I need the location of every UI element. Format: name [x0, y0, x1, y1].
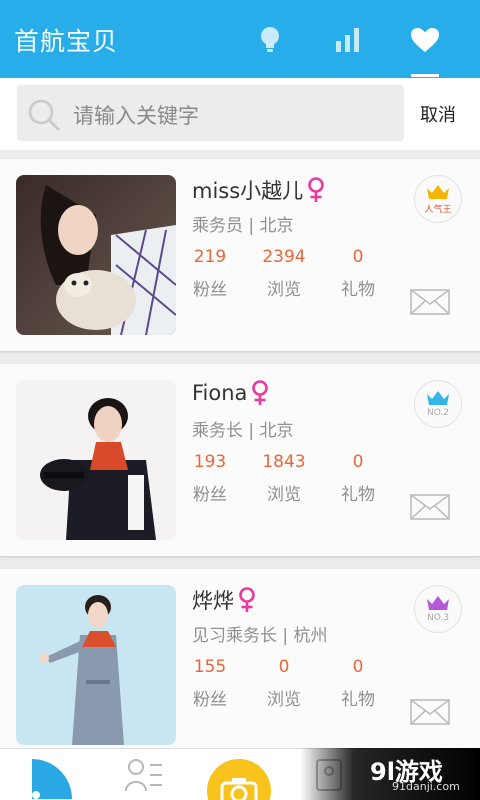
stat-gifts: 0 礼物: [328, 247, 388, 300]
stat-fans: 219 粉丝: [180, 247, 240, 300]
stat-views: 1843 浏览: [254, 452, 314, 505]
stat-label: 礼物: [341, 280, 375, 300]
search-input[interactable]: 请输入关键字: [17, 85, 404, 141]
stat-fans: 155 粉丝: [180, 657, 240, 710]
lightbulb-icon: [261, 27, 279, 52]
stat-views: 0 浏览: [254, 657, 314, 710]
badge-text: NO.3: [426, 613, 450, 623]
stat-value: 219: [193, 247, 227, 267]
female-icon: [239, 587, 255, 612]
stat-fans: 193 粉丝: [180, 452, 240, 505]
stat-value: 1843: [262, 452, 306, 472]
stat-label: 浏览: [267, 280, 301, 300]
top-bar: 首航宝贝: [0, 0, 480, 78]
stat-label: 浏览: [267, 485, 301, 505]
stat-value: 0: [352, 247, 364, 267]
crown-icon: [427, 596, 449, 610]
stat-value: 0: [352, 452, 364, 472]
profile-name: Fiona: [192, 380, 269, 406]
female-icon: [308, 177, 324, 202]
female-icon: [252, 380, 269, 405]
stat-value: 0: [352, 657, 364, 677]
tab-ranking[interactable]: [328, 20, 368, 60]
stat-label: 粉丝: [193, 280, 227, 300]
stat-label: 粉丝: [193, 485, 227, 505]
stat-value: 155: [193, 657, 227, 677]
stat-value: 0: [278, 657, 290, 677]
mail-icon[interactable]: [410, 699, 450, 725]
app-title: 首航宝贝: [14, 27, 119, 56]
profile-photo[interactable]: [16, 380, 176, 540]
stat-value: 193: [193, 452, 227, 472]
stat-gifts: 0 礼物: [328, 657, 388, 710]
camera-icon: [220, 778, 258, 800]
mail-icon[interactable]: [410, 494, 450, 520]
active-tab-indicator: [411, 74, 439, 77]
nav-profile-list-icon[interactable]: [124, 755, 164, 795]
profile-name-text: miss小越儿: [192, 179, 304, 203]
bar-chart-icon: [336, 28, 359, 52]
tab-discover[interactable]: [250, 20, 290, 60]
stat-label: 浏览: [267, 690, 301, 710]
profile-subtitle: 乘务长 | 北京: [192, 421, 294, 441]
profile-card[interactable]: 烨烨 见习乘务长 | 杭州 155 粉丝 0 浏览 0 礼物 NO.3: [0, 569, 480, 761]
rank-badge: 人气王: [414, 175, 462, 223]
search-bar: 请输入关键字 取消: [0, 78, 480, 150]
profile-card[interactable]: Fiona 乘务长 | 北京 193 粉丝 1843 浏览 0 礼物 NO.2: [0, 364, 480, 556]
rank-badge: NO.2: [414, 380, 462, 428]
stat-label: 粉丝: [193, 690, 227, 710]
stat-label: 礼物: [341, 485, 375, 505]
camera-button[interactable]: [207, 759, 271, 800]
profile-subtitle: 见习乘务长 | 杭州: [192, 626, 328, 646]
profile-subtitle: 乘务员 | 北京: [192, 216, 294, 236]
stat-gifts: 0 礼物: [328, 452, 388, 505]
profile-name-text: 烨烨: [192, 589, 234, 613]
profile-photo[interactable]: [16, 175, 176, 335]
profile-name: miss小越儿: [192, 175, 325, 205]
heart-icon: [411, 28, 439, 52]
nav-home-icon[interactable]: [28, 755, 74, 800]
search-placeholder: 请输入关键字: [73, 104, 199, 128]
tab-favorites[interactable]: [405, 20, 445, 60]
mail-icon[interactable]: [410, 289, 450, 315]
rank-badge: NO.3: [414, 585, 462, 633]
search-icon: [28, 99, 60, 131]
profile-name: 烨烨: [192, 585, 256, 615]
profile-photo[interactable]: [16, 585, 176, 745]
badge-text: NO.2: [426, 408, 450, 418]
watermark-url: 91danji.com: [392, 780, 460, 793]
stat-value: 2394: [262, 247, 306, 267]
crown-icon: [427, 391, 449, 405]
profile-card[interactable]: miss小越儿 乘务员 | 北京 219 粉丝 2394 浏览 0 礼物 人气王: [0, 159, 480, 351]
profile-name-text: Fiona: [192, 381, 248, 405]
badge-text: 人气王: [424, 204, 452, 215]
stat-label: 礼物: [341, 690, 375, 710]
crown-icon: [427, 184, 449, 199]
cancel-button[interactable]: 取消: [420, 101, 456, 127]
stat-views: 2394 浏览: [254, 247, 314, 300]
